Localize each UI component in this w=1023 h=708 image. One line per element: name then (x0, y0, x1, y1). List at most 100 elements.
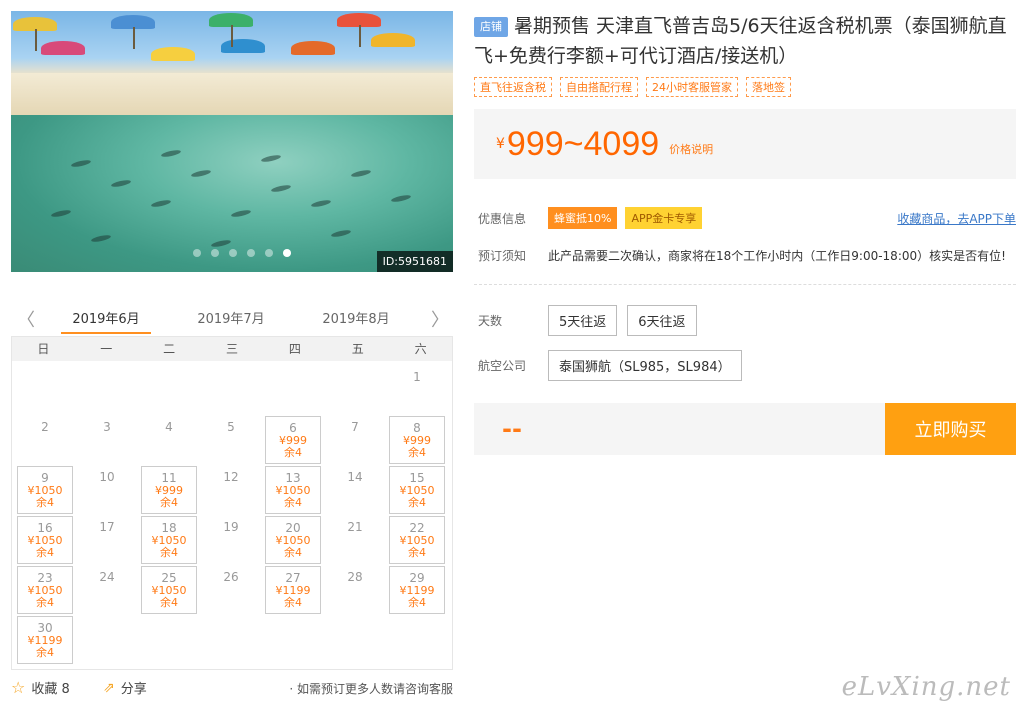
carousel-dots[interactable] (193, 249, 291, 257)
calendar-day-available[interactable]: 29 ¥1199 余4 (389, 566, 445, 614)
carousel-dot[interactable] (247, 249, 255, 257)
favorite-button[interactable]: ☆ 收藏 8 (11, 678, 70, 697)
share-button[interactable]: ⇗ 分享 (103, 678, 147, 698)
day-number: 7 (351, 420, 359, 434)
prev-month-arrow-icon[interactable]: 〈 (17, 306, 35, 332)
price-explanation-link[interactable]: 价格说明 (669, 141, 713, 157)
month-tab-june[interactable]: 2019年6月 (46, 308, 166, 327)
day-number: 4 (165, 420, 173, 434)
weekday-label: 二 (163, 342, 176, 356)
feature-tags: 直飞往返含税 自由搭配行程 24小时客服管家 落地签 (474, 77, 1016, 97)
calendar-day-available[interactable]: 20 ¥1050 余4 (265, 516, 321, 564)
day-number: 21 (347, 520, 363, 534)
product-info-panel: 店铺 暑期预售 天津直飞普吉岛5/6天往返含税机票（泰国狮航直飞+免费行李额+可代… (474, 11, 1016, 455)
feature-tag: 落地签 (746, 77, 791, 97)
calendar-day-available[interactable]: 22 ¥1050 余4 (389, 516, 445, 564)
day-remaining: 余4 (408, 496, 426, 509)
weekday-label: 四 (288, 342, 301, 356)
calendar-month-nav: 〈 2019年6月 2019年7月 2019年8月 〉 (11, 300, 453, 336)
airline-row: 航空公司 泰国狮航（SL985，SL984） (474, 350, 1016, 381)
active-month-underline (61, 332, 151, 334)
calendar-day-available[interactable]: 18 ¥1050 余4 (141, 516, 197, 564)
day-number: 8 (413, 421, 421, 435)
star-icon: ☆ (11, 678, 26, 697)
calendar-blank (14, 365, 76, 415)
carousel-dot[interactable] (283, 249, 291, 257)
calendar-day-available[interactable]: 27 ¥1199 余4 (265, 566, 321, 614)
calendar-day-available[interactable]: 16 ¥1050 余4 (17, 516, 73, 564)
airline-option[interactable]: 泰国狮航（SL985，SL984） (548, 350, 742, 381)
consult-note: · 如需预订更多人数请咨询客服 (289, 682, 453, 696)
day-remaining: 余4 (36, 546, 54, 559)
day-number: 5 (227, 420, 235, 434)
calendar-day-available[interactable]: 8 ¥999 余4 (389, 416, 445, 464)
calendar-day: 5 (203, 416, 259, 464)
day-number: 16 (37, 521, 53, 535)
calendar-day-available[interactable]: 11 ¥999 余4 (141, 466, 197, 514)
day-number: 14 (347, 470, 363, 484)
umbrella (41, 41, 85, 55)
day-remaining: 余4 (408, 596, 426, 609)
calendar-day-available[interactable]: 23 ¥1050 余4 (17, 566, 73, 614)
day-number: 26 (223, 570, 239, 584)
purchase-bar: -- 立即购买 (474, 403, 1016, 455)
calendar-day: 19 (203, 516, 259, 564)
notice-text: 此产品需要二次确认，商家将在18个工作小时内（工作日9:00-18:00）核实是… (548, 249, 1006, 263)
days-row: 天数 5天往返 6天往返 (474, 305, 1016, 336)
calendar-day: 24 (79, 566, 135, 614)
month-tab-august[interactable]: 2019年8月 (296, 308, 416, 327)
weekday-label: 日 (37, 342, 50, 356)
next-month-arrow-icon[interactable]: 〉 (431, 306, 449, 332)
calendar-day-available[interactable]: 9 ¥1050 余4 (17, 466, 73, 514)
day-number: 23 (37, 571, 53, 585)
calendar-day: 12 (203, 466, 259, 514)
product-title-text: 暑期预售 天津直飞普吉岛5/6天往返含税机票（泰国狮航直飞+免费行李额+可代订酒… (474, 15, 1007, 67)
shop-tag[interactable]: 店铺 (474, 16, 508, 37)
carousel-dot[interactable] (211, 249, 219, 257)
day-number: 30 (37, 621, 53, 635)
favorite-label: 收藏 8 (31, 682, 70, 697)
calendar-day: 28 (327, 566, 383, 614)
product-title: 店铺 暑期预售 天津直飞普吉岛5/6天往返含税机票（泰国狮航直飞+免费行李额+可代… (474, 11, 1016, 71)
carousel-dot[interactable] (265, 249, 273, 257)
month-tab-july[interactable]: 2019年7月 (171, 308, 291, 327)
day-number: 10 (99, 470, 115, 484)
day-number: 2 (41, 420, 49, 434)
day-number: 24 (99, 570, 115, 584)
day-remaining: 余4 (160, 596, 178, 609)
day-remaining: 余4 (408, 546, 426, 559)
day-remaining: 余4 (408, 446, 426, 459)
calendar-day: 14 (327, 466, 383, 514)
product-image[interactable]: ID:5951681 (11, 11, 453, 272)
calendar-day-available[interactable]: 25 ¥1050 余4 (141, 566, 197, 614)
calendar-day-available[interactable]: 6 ¥999 余4 (265, 416, 321, 464)
umbrella (371, 33, 415, 47)
calendar-day-available[interactable]: 13 ¥1050 余4 (265, 466, 321, 514)
day-number: 3 (103, 420, 111, 434)
calendar-grid: 1 2 3 4 5 6 ¥999 余4 7 8 ¥999 余4 9 ¥1050 余4 10 11 ¥999 余4 12… (12, 361, 452, 669)
buy-now-button[interactable]: 立即购买 (885, 403, 1016, 455)
calendar-blank (76, 365, 138, 415)
day-remaining: 余4 (284, 446, 302, 459)
days-option-6[interactable]: 6天往返 (627, 305, 697, 336)
day-number: 22 (409, 521, 425, 535)
share-icon: ⇗ (103, 679, 115, 696)
calendar-day: 21 (327, 516, 383, 564)
umbrella (221, 39, 265, 53)
carousel-dot[interactable] (229, 249, 237, 257)
day-number: 27 (285, 571, 301, 585)
calendar-day-available[interactable]: 15 ¥1050 余4 (389, 466, 445, 514)
calendar-day-available[interactable]: 30 ¥1199 余4 (17, 616, 73, 664)
calendar-day: 4 (141, 416, 197, 464)
days-option-5[interactable]: 5天往返 (548, 305, 618, 336)
day-number: 13 (285, 471, 301, 485)
carousel-dot[interactable] (193, 249, 201, 257)
price-currency: ¥ (496, 136, 505, 152)
weekday-label: 一 (100, 342, 113, 356)
day-remaining: 余4 (36, 496, 54, 509)
weekday-label: 三 (225, 342, 238, 356)
collect-go-app-link[interactable]: 收藏商品，去APP下单 (897, 210, 1016, 227)
calendar-day: 3 (79, 416, 135, 464)
day-number: 9 (41, 471, 49, 485)
airline-label: 航空公司 (478, 359, 527, 373)
